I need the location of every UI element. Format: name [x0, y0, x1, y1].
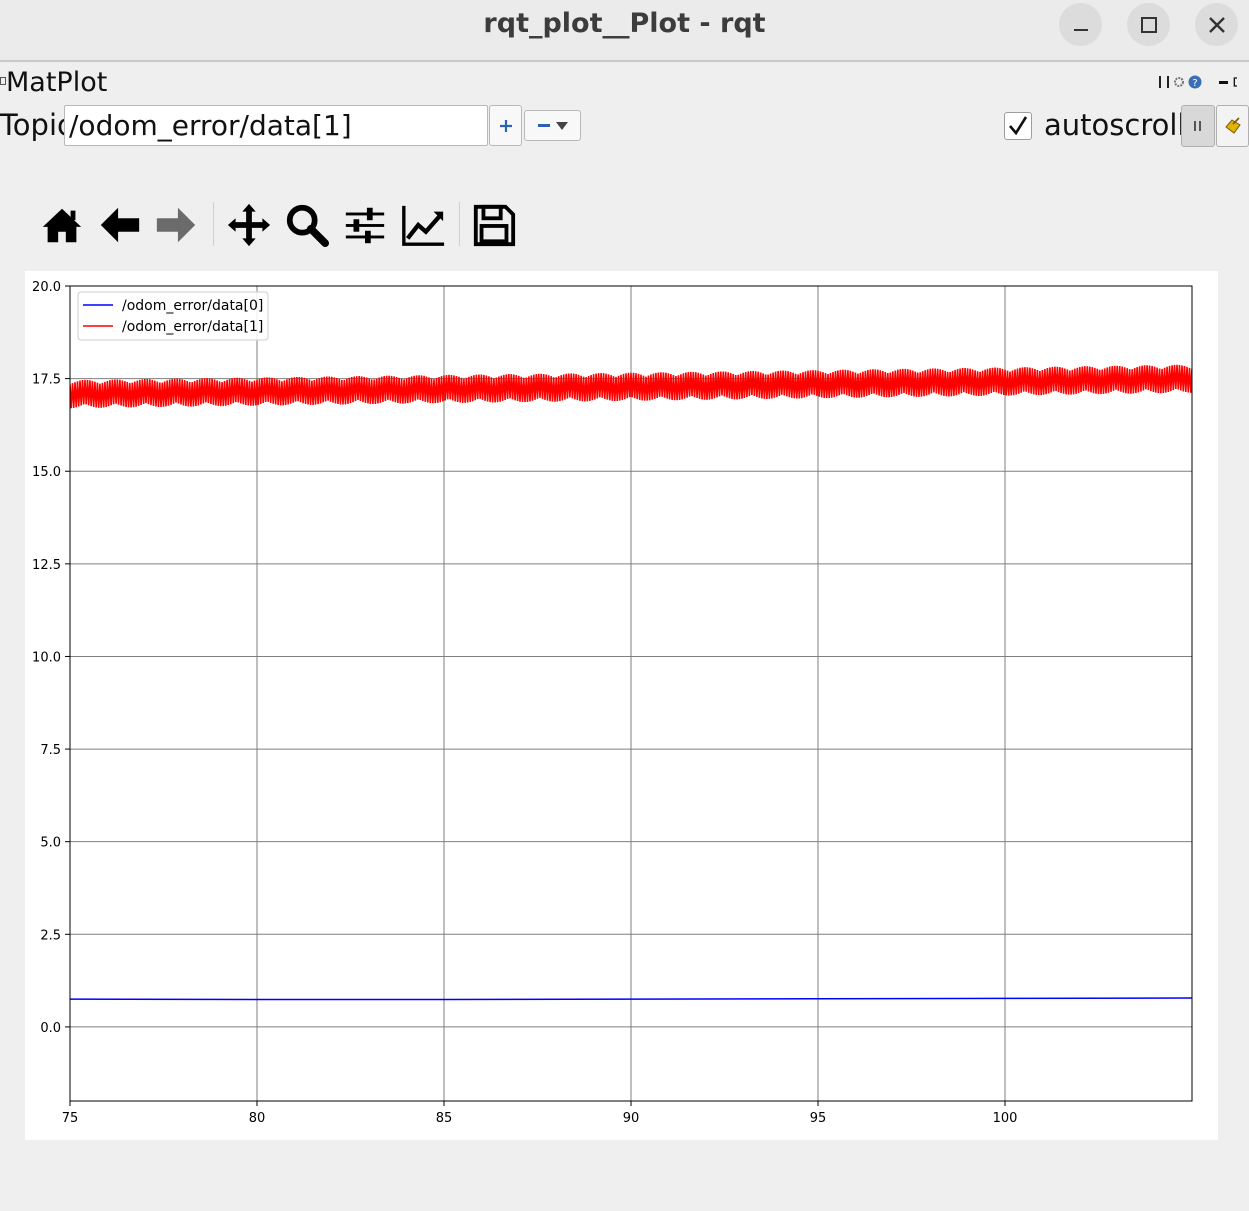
save-button[interactable] — [468, 198, 520, 252]
pan-icon — [227, 203, 271, 247]
remove-topic-dropdown[interactable] — [524, 110, 581, 141]
minimize-dock-icon[interactable] — [1218, 74, 1230, 90]
y-tick-label: 7.5 — [40, 743, 61, 758]
x-tick-label: 85 — [436, 1111, 453, 1126]
x-tick-label: 95 — [810, 1111, 827, 1126]
autoscroll-checkbox[interactable] — [1004, 112, 1032, 140]
minimize-button[interactable] — [1059, 3, 1102, 46]
chevron-down-icon — [555, 121, 568, 130]
x-tick-label: 100 — [993, 1111, 1018, 1126]
legend-label: /odom_error/data[1] — [122, 319, 263, 335]
checkmark-icon — [1009, 116, 1028, 136]
y-tick-label: 12.5 — [32, 558, 61, 573]
clear-button[interactable] — [1216, 105, 1249, 147]
plugin-controls: ? — [1158, 74, 1241, 90]
save-icon — [473, 204, 516, 247]
legend-label: /odom_error/data[0] — [122, 298, 263, 314]
maximize-button[interactable] — [1127, 3, 1170, 46]
minus-icon — [537, 123, 550, 127]
home-button[interactable] — [36, 198, 88, 252]
edit-axis-icon — [402, 205, 445, 246]
topic-input[interactable]: /odom_error/data[1] — [64, 105, 488, 146]
toolbar-divider — [459, 202, 460, 246]
minimize-icon — [1073, 28, 1088, 31]
x-tick-label: 75 — [62, 1111, 79, 1126]
configure-subplots-button[interactable] — [339, 198, 391, 252]
x-tick-label: 90 — [623, 1111, 640, 1126]
undock-icon[interactable] — [1233, 74, 1241, 90]
y-tick-label: 10.0 — [32, 650, 61, 665]
plot-canvas[interactable]: 75 80 85 90 95 100 0.0 2.5 5.0 7.5 10.0 12.5 15.0 17.… — [25, 271, 1218, 1140]
add-topic-button[interactable] — [489, 105, 522, 146]
pause-icon — [1194, 121, 1201, 131]
forward-button[interactable] — [150, 198, 202, 252]
home-icon — [42, 208, 82, 243]
back-icon — [100, 207, 140, 243]
y-tick-label: 0.0 — [40, 1021, 61, 1036]
forward-icon — [156, 207, 196, 243]
plugin-title: MatPlot — [0, 64, 107, 98]
help-icon[interactable]: ? — [1188, 74, 1202, 90]
plus-icon — [499, 119, 512, 132]
y-tick-label: 17.5 — [32, 373, 61, 388]
title-separator — [0, 60, 1249, 62]
x-tick-label: 80 — [249, 1111, 266, 1126]
zoom-icon — [286, 204, 330, 248]
svg-text:?: ? — [1192, 78, 1197, 89]
close-button[interactable] — [1195, 3, 1238, 46]
y-tick-label: 5.0 — [40, 836, 61, 851]
back-button[interactable] — [94, 198, 146, 252]
reload-icon[interactable] — [1158, 74, 1170, 90]
zoom-button[interactable] — [281, 198, 333, 252]
y-tick-label: 2.5 — [40, 928, 61, 943]
pause-button[interactable] — [1181, 105, 1215, 147]
y-tick-label: 15.0 — [32, 465, 61, 480]
edit-axis-button[interactable] — [397, 198, 449, 252]
plugin-icon — [0, 77, 6, 85]
line-chart[interactable]: 75 80 85 90 95 100 0.0 2.5 5.0 7.5 10.0 12.5 15.0 17.… — [25, 271, 1218, 1140]
title-bar: rqt_plot__Plot - rqt — [0, 0, 1249, 61]
autoscroll-label: autoscroll — [1044, 108, 1186, 142]
topic-label: Topic — [0, 108, 73, 142]
broom-icon — [1224, 117, 1241, 134]
gear-icon[interactable] — [1173, 74, 1185, 90]
pan-button[interactable] — [223, 198, 275, 252]
y-tick-label: 20.0 — [32, 280, 61, 295]
configure-subplots-icon — [345, 207, 385, 244]
close-icon — [1208, 16, 1225, 33]
maximize-icon — [1140, 16, 1157, 33]
toolbar-divider — [213, 202, 214, 246]
